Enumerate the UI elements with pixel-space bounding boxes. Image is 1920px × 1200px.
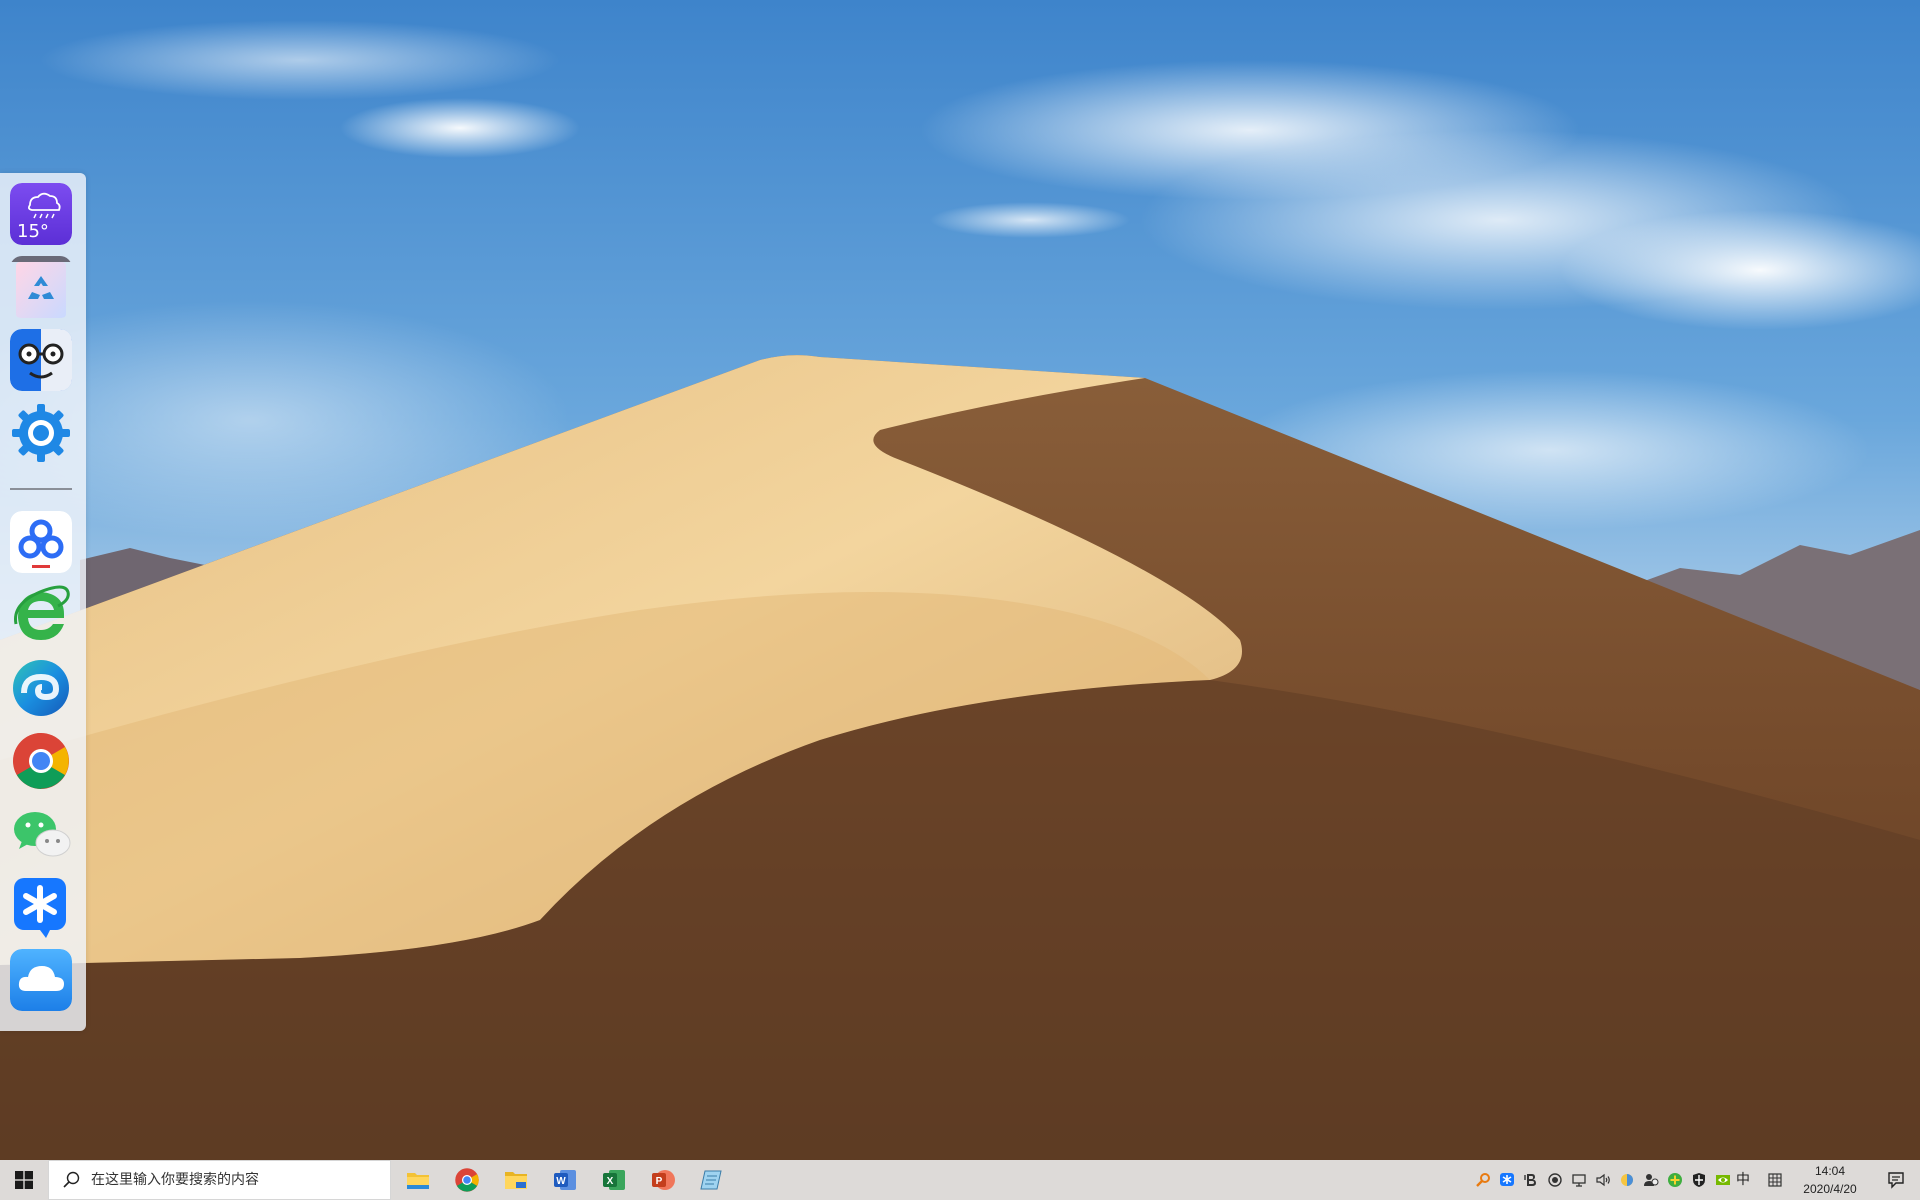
- taskbar-word[interactable]: W: [541, 1160, 589, 1200]
- side-dock: 15°: [0, 173, 86, 1031]
- settings[interactable]: [10, 402, 72, 464]
- clock-date: 2020/4/20: [1803, 1182, 1857, 1196]
- cloud-drive[interactable]: [10, 949, 72, 1011]
- edge-icon: [13, 660, 69, 716]
- recycle-icon: [10, 256, 72, 318]
- powerpoint-icon: P: [652, 1170, 675, 1190]
- plus-circle-icon: [1668, 1173, 1682, 1187]
- notepad-icon: [700, 1170, 722, 1190]
- tray-dingtalk[interactable]: [1497, 1170, 1517, 1190]
- notification-icon: [1888, 1172, 1904, 1189]
- input-method-indicator[interactable]: 中: [1736, 1169, 1750, 1189]
- tray-app-1[interactable]: [1617, 1170, 1637, 1190]
- record-icon: [1548, 1173, 1562, 1187]
- gear-icon: [12, 404, 70, 462]
- tray-nvidia[interactable]: [1713, 1170, 1733, 1190]
- taskbar-notepad[interactable]: [688, 1160, 736, 1200]
- taskbar: W X P: [0, 1160, 1920, 1200]
- tray-360-safe[interactable]: [1665, 1170, 1685, 1190]
- nvidia-eye-icon: [1716, 1175, 1730, 1185]
- person-icon: [1644, 1174, 1659, 1186]
- search-icon: [63, 1171, 80, 1188]
- speaker-icon: [1596, 1173, 1610, 1187]
- folder-alt-icon: [505, 1172, 527, 1189]
- taskbar-excel[interactable]: X: [590, 1160, 638, 1200]
- tray-search-app[interactable]: [1473, 1170, 1493, 1190]
- dock-divider: [10, 488, 72, 490]
- desktop: 15° 在这里输入你要搜索的内容 W X P 中 14:04 2020/4/20: [0, 0, 1920, 1200]
- finder[interactable]: [10, 329, 72, 391]
- search-input[interactable]: [89, 1171, 383, 1189]
- taskbar-file-explorer[interactable]: [394, 1160, 442, 1200]
- word-icon: W: [554, 1170, 576, 1190]
- shield-icon: [1693, 1173, 1705, 1187]
- letter-b-icon: [1524, 1174, 1536, 1186]
- excel-icon: X: [603, 1170, 625, 1190]
- recycle-bin[interactable]: [10, 256, 72, 318]
- dingtalk[interactable]: [10, 876, 72, 938]
- desktop-wallpaper: [0, 0, 1920, 1200]
- magnifier-icon: [1476, 1173, 1490, 1187]
- tray-b-app[interactable]: [1521, 1170, 1541, 1190]
- chrome-icon: [13, 733, 69, 789]
- chrome-icon: [455, 1168, 479, 1192]
- windows-logo-icon: [15, 1171, 33, 1189]
- taskbar-chrome[interactable]: [443, 1160, 491, 1200]
- word-letter: W: [556, 1176, 566, 1187]
- action-center-button[interactable]: [1872, 1160, 1920, 1200]
- tray-app-2[interactable]: [1641, 1170, 1661, 1190]
- powerpoint-letter: P: [656, 1176, 663, 1187]
- baidu-netdisk-icon: [10, 511, 72, 573]
- 360-browser[interactable]: [10, 584, 72, 646]
- edge[interactable]: [10, 657, 72, 719]
- tray-network[interactable]: [1569, 1170, 1589, 1190]
- taskbar-clock[interactable]: 14:04 2020/4/20: [1795, 1162, 1865, 1198]
- folder-icon: [407, 1173, 429, 1189]
- start-button[interactable]: [0, 1160, 48, 1200]
- weather-temperature: 15°: [17, 221, 49, 242]
- taskbar-search-box[interactable]: [48, 1160, 391, 1200]
- weather-widget[interactable]: 15°: [10, 183, 72, 245]
- cloud-icon: [10, 949, 72, 1011]
- wechat[interactable]: [10, 803, 72, 865]
- excel-letter: X: [607, 1176, 614, 1187]
- asterisk-bubble-icon: [14, 878, 66, 938]
- network-icon: [1572, 1174, 1586, 1187]
- grid-keyboard-icon: [1768, 1173, 1782, 1187]
- asterisk-bubble-icon: [1500, 1173, 1514, 1186]
- taskbar-powerpoint[interactable]: P: [639, 1160, 687, 1200]
- tray-keyboard[interactable]: [1765, 1170, 1785, 1190]
- baidu-netdisk[interactable]: [10, 511, 72, 573]
- clock-time: 14:04: [1814, 1164, 1846, 1178]
- wechat-icon: [14, 812, 71, 857]
- ie-e-icon: [14, 585, 70, 640]
- tray-record[interactable]: [1545, 1170, 1565, 1190]
- half-circle-icon: [1621, 1174, 1633, 1186]
- chrome[interactable]: [10, 730, 72, 792]
- glasses-face-icon: [10, 329, 72, 391]
- taskbar-file-explorer-2[interactable]: [492, 1160, 540, 1200]
- tray-security[interactable]: [1689, 1170, 1709, 1190]
- tray-volume[interactable]: [1593, 1170, 1613, 1190]
